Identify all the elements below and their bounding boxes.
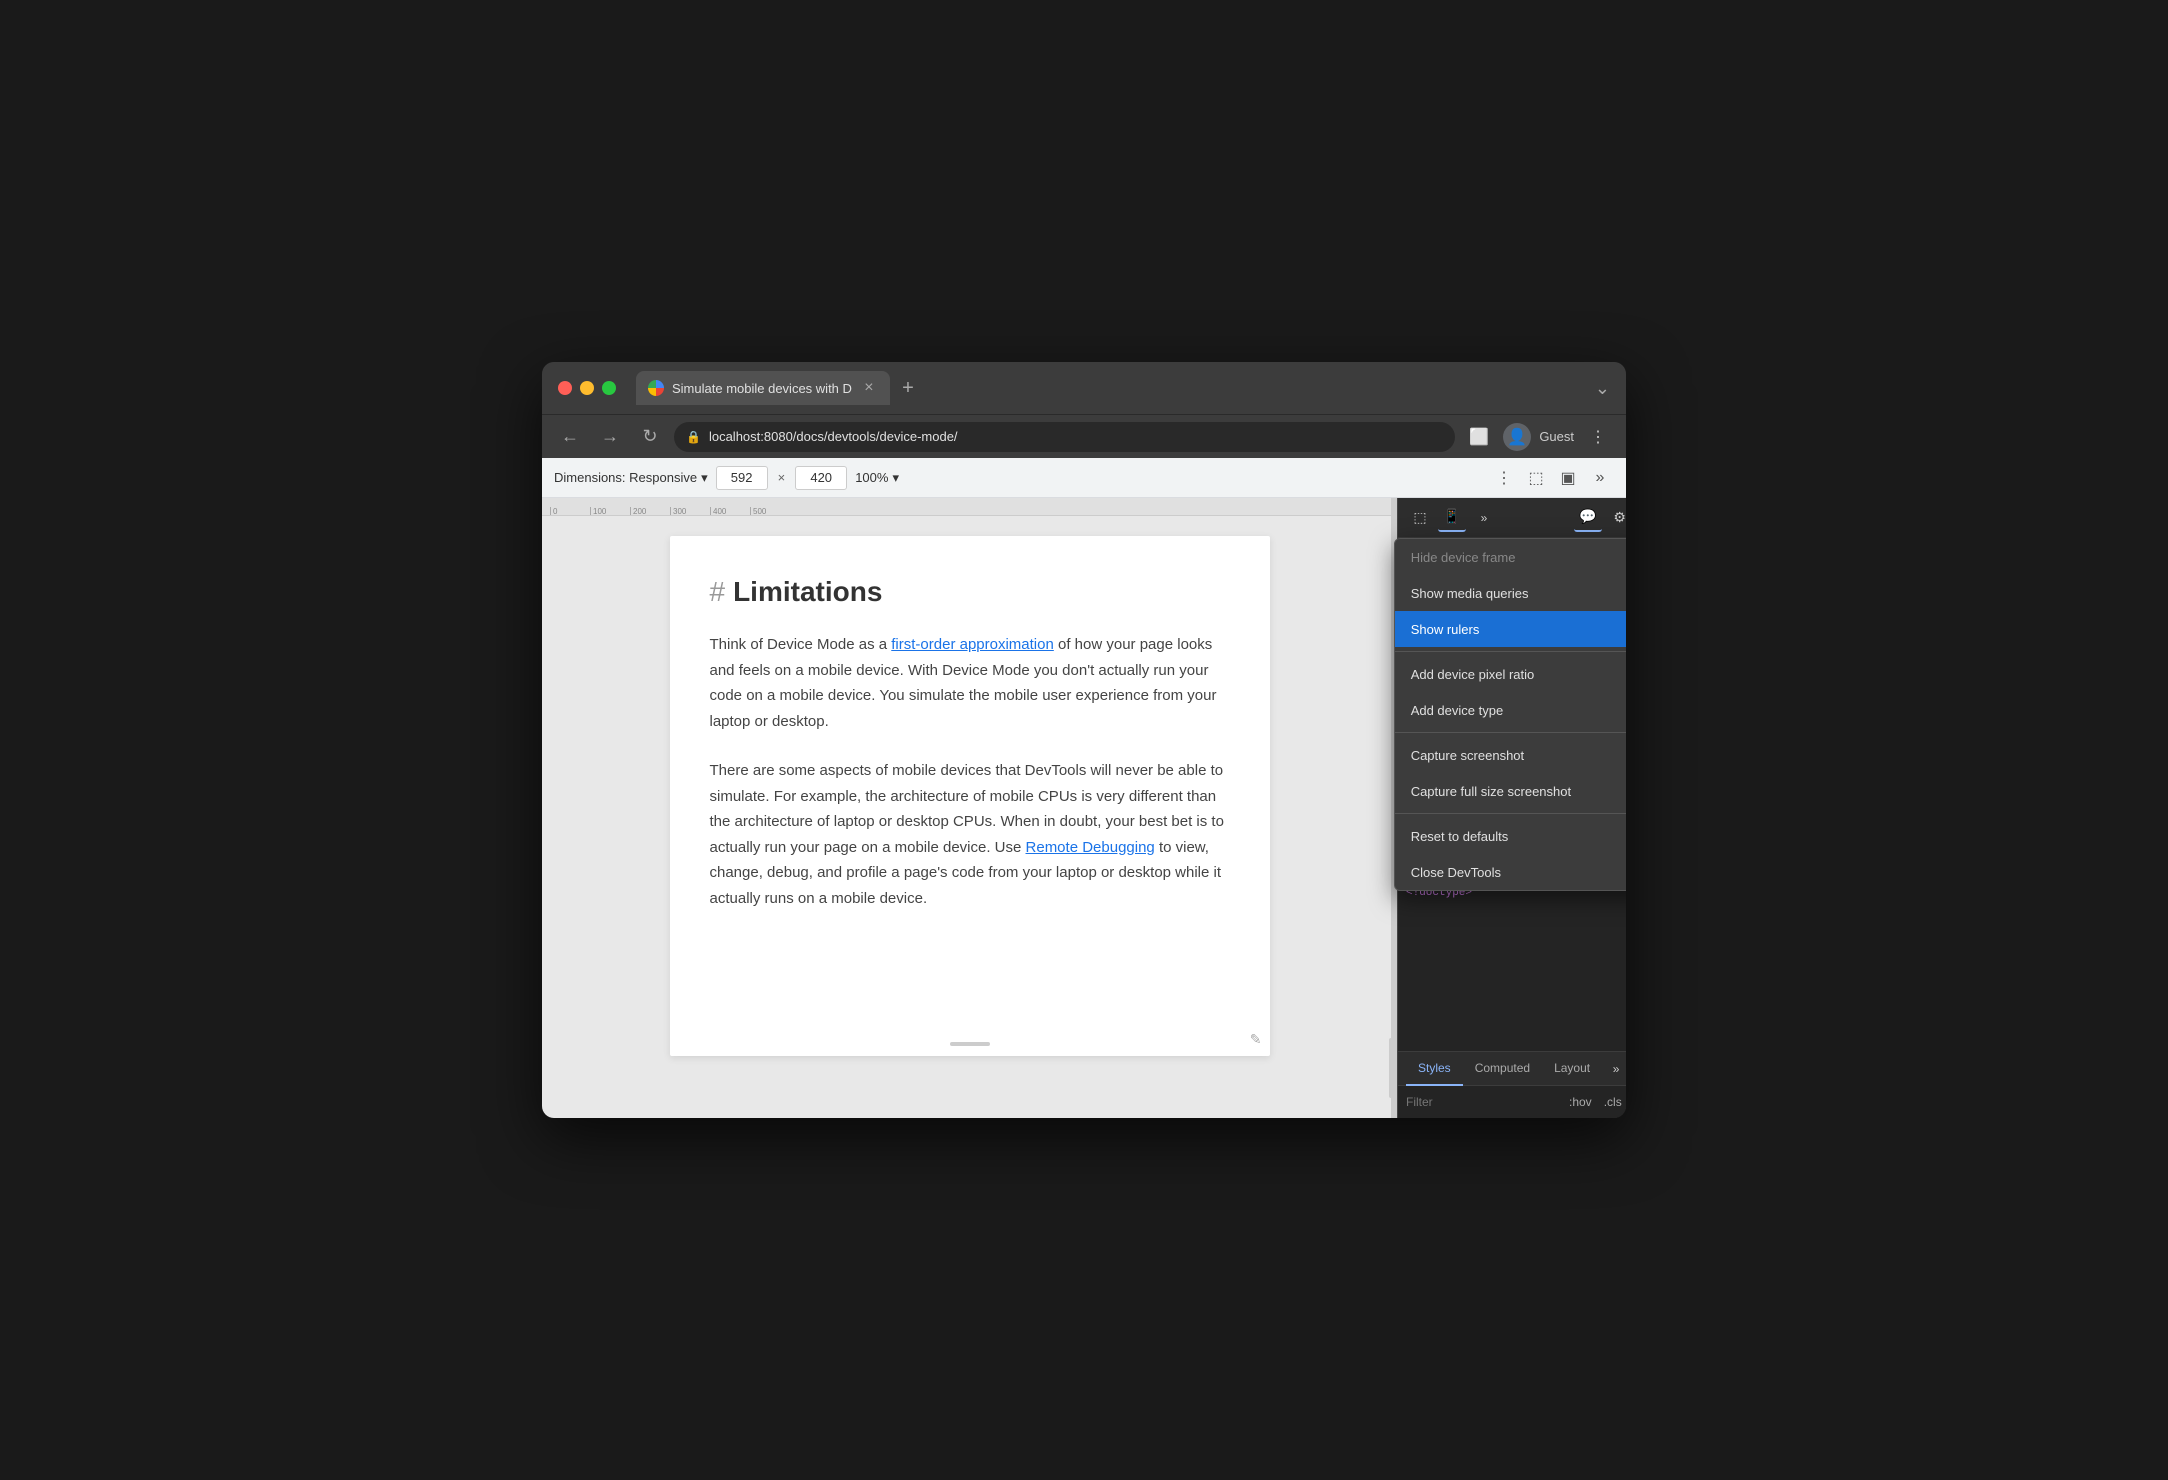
device-toolbar-right: ⋮ ⬚ ▣ » [1490,464,1614,492]
address-bar[interactable]: 🔒 localhost:8080/docs/devtools/device-mo… [674,422,1455,452]
context-menu: Hide device frame Show media queries Sho… [1394,538,1626,891]
zoom-label: 100% [855,470,888,485]
title-bar: Simulate mobile devices with D × + ⌄ [542,362,1626,414]
dimensions-dropdown[interactable]: Dimensions: Responsive ▾ [554,470,708,486]
forward-button[interactable]: → [594,421,626,453]
height-input[interactable] [795,466,847,490]
page-heading: # Limitations [710,576,1230,608]
drag-handle[interactable] [950,1042,990,1046]
hide-device-frame-item[interactable]: Hide device frame [1395,539,1626,575]
ruler-mark: 500 [750,507,790,515]
ruler-mark: 200 [630,507,670,515]
capture-screenshot-item[interactable]: Capture screenshot [1395,737,1626,773]
width-input[interactable] [716,466,768,490]
dimensions-arrow: ▾ [701,470,708,486]
hov-button[interactable]: :hov [1569,1095,1592,1109]
cls-button[interactable]: .cls [1604,1095,1622,1109]
settings-button[interactable]: ⚙ [1606,504,1626,532]
ruler-top: 0 100 200 300 400 500 [542,498,1397,516]
tab-close-button[interactable]: × [860,379,878,397]
more-tabs-button[interactable]: » [1602,1055,1626,1083]
show-rulers-item[interactable]: Show rulers [1395,611,1626,647]
more-tools-button[interactable]: » [1586,464,1614,492]
heading-hash: # [710,576,726,608]
dock-button[interactable]: ⬜ [1463,421,1495,453]
para1-text: Think of Device Mode as a [710,636,892,653]
ruler-mark: 300 [670,507,710,515]
reload-button[interactable]: ↻ [634,421,666,453]
main-area: 0 100 200 300 400 500 # Limitations Thin… [542,498,1626,1118]
active-tab[interactable]: Simulate mobile devices with D × [636,371,890,405]
ruler-marks: 0 100 200 300 400 500 [542,498,790,515]
add-device-type-item[interactable]: Add device type [1395,692,1626,728]
paragraph-1: Think of Device Mode as a first-order ap… [710,632,1230,734]
zoom-arrow: ▾ [892,470,899,486]
security-icon: 🔒 [686,430,701,444]
console-button[interactable]: 💬 [1574,504,1602,532]
dimension-separator: × [778,470,786,485]
inspect-button[interactable]: ⬚ [1406,504,1434,532]
mobile-viewport: 0 100 200 300 400 500 # Limitations Thin… [542,498,1397,1118]
devtools-bottom-tabs: Styles Computed Layout » :hov .cls + ⬚ ◧ [1398,1051,1626,1118]
reset-to-defaults-item[interactable]: Reset to defaults [1395,818,1626,854]
nav-bar: ← → ↻ 🔒 localhost:8080/docs/devtools/dev… [542,414,1626,458]
back-button[interactable]: ← [554,421,586,453]
menu-separator-1 [1395,651,1626,652]
devtools-panel: ⬚ 📱 » 💬 ⚙ ⋮ ✕ == $0 data-cookies- banner… [1397,498,1626,1118]
minimize-window-button[interactable] [580,381,594,395]
paragraph-2: There are some aspects of mobile devices… [710,758,1230,911]
maximize-window-button[interactable] [602,381,616,395]
avatar[interactable]: 👤 [1503,423,1531,451]
device-mode-button[interactable]: 📱 [1438,504,1466,532]
device-toolbar: Dimensions: Responsive ▾ × 100% ▾ ⋮ ⬚ ▣ … [542,458,1626,498]
traffic-lights [558,381,616,395]
edit-icon: ✎ [1250,1031,1262,1048]
add-device-pixel-ratio-item[interactable]: Add device pixel ratio [1395,656,1626,692]
capture-full-screenshot-item[interactable]: Capture full size screenshot [1395,773,1626,809]
page-content: # Limitations Think of Device Mode as a … [670,536,1270,1056]
ruler-mark: 100 [590,507,630,515]
tab-styles[interactable]: Styles [1406,1052,1463,1086]
ruler-mark: 400 [710,507,750,515]
ruler-mark: 0 [550,507,590,515]
devtools-toolbar: ⬚ 📱 » 💬 ⚙ ⋮ ✕ [1398,498,1626,538]
device-frame-button[interactable]: ▣ [1554,464,1582,492]
first-order-link[interactable]: first-order approximation [891,636,1054,653]
chrome-favicon [648,380,664,396]
menu-separator-3 [1395,813,1626,814]
menu-button[interactable]: ⋮ [1582,421,1614,453]
panel-more-button[interactable]: » [1470,504,1498,532]
close-window-button[interactable] [558,381,572,395]
menu-separator-2 [1395,732,1626,733]
tab-bar: Simulate mobile devices with D × + ⌄ [636,371,1610,405]
filter-input[interactable] [1406,1095,1561,1109]
tab-layout[interactable]: Layout [1542,1052,1602,1086]
tab-computed[interactable]: Computed [1463,1052,1542,1086]
more-options-button[interactable]: ⋮ [1490,464,1518,492]
url-text: localhost:8080/docs/devtools/device-mode… [709,429,958,444]
show-media-queries-item[interactable]: Show media queries [1395,575,1626,611]
rotate-button[interactable]: ⬚ [1522,464,1550,492]
guest-label: Guest [1539,429,1574,444]
remote-debugging-link[interactable]: Remote Debugging [1026,839,1155,856]
browser-window: Simulate mobile devices with D × + ⌄ ← →… [542,362,1626,1118]
styles-tabs-row: Styles Computed Layout » [1398,1052,1626,1086]
close-devtools-item[interactable]: Close DevTools [1395,854,1626,890]
nav-right: ⬜ 👤 Guest ⋮ [1463,421,1614,453]
filter-row: :hov .cls + ⬚ ◧ [1398,1086,1626,1118]
tab-title: Simulate mobile devices with D [672,381,852,396]
new-tab-button[interactable]: + [894,374,922,402]
zoom-dropdown[interactable]: 100% ▾ [855,470,899,486]
dimensions-label: Dimensions: Responsive [554,470,697,485]
tab-more-button[interactable]: ⌄ [1595,378,1610,399]
heading-text: Limitations [733,576,882,608]
